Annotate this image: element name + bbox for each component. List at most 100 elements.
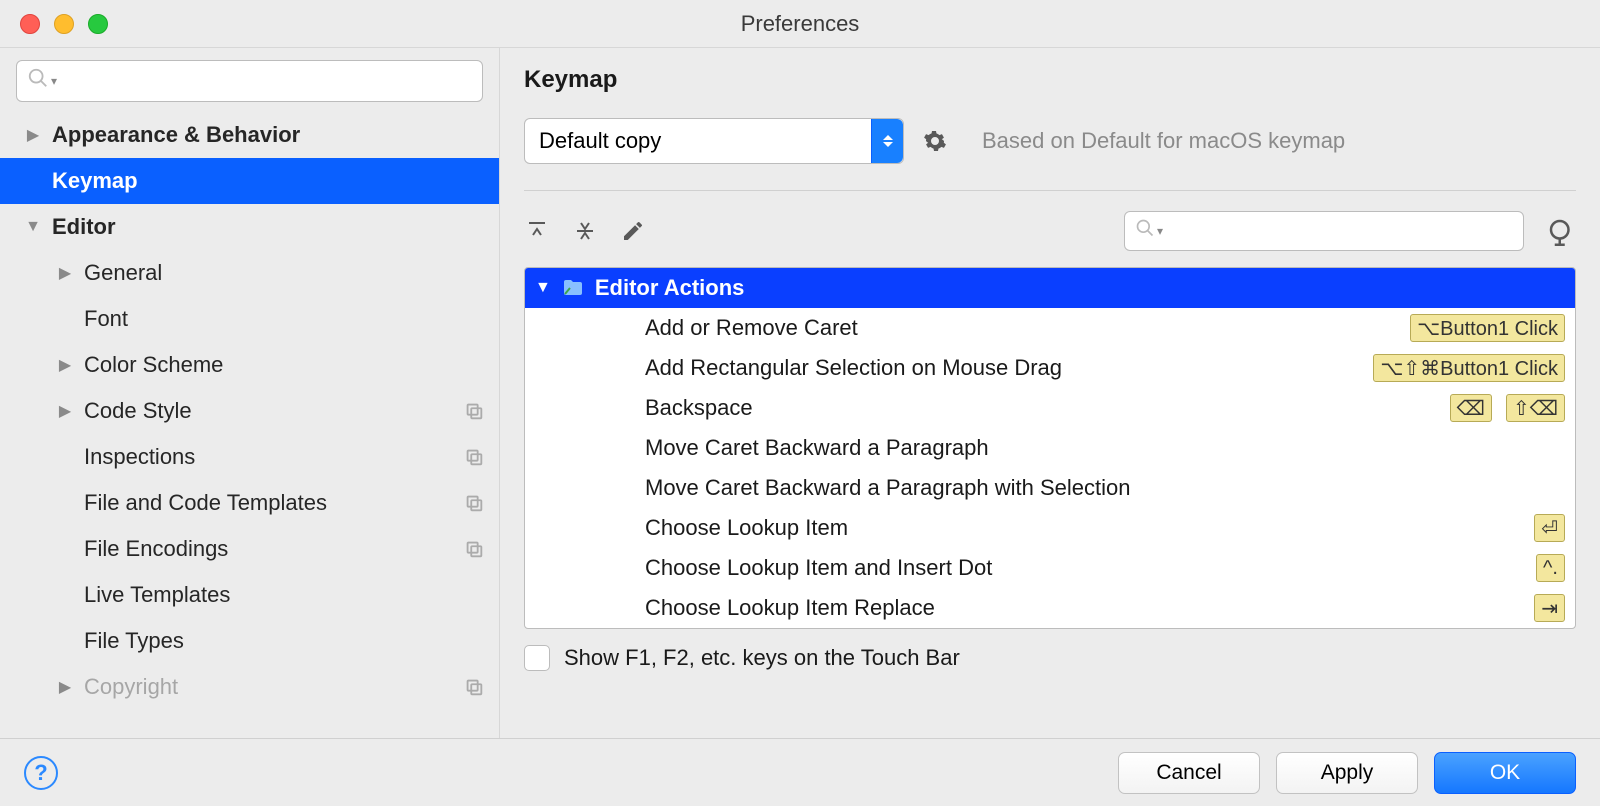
shortcut-badges: ⇥ — [1534, 594, 1565, 622]
divider — [524, 190, 1576, 191]
action-row[interactable]: Choose Lookup Item ⏎ — [525, 508, 1575, 548]
action-search[interactable]: ▾ — [1124, 211, 1524, 251]
shortcut-badges: ⌥⇧⌘Button1 Click — [1373, 354, 1565, 382]
shortcut-badge: ⇥ — [1534, 594, 1565, 622]
action-label: Choose Lookup Item — [645, 515, 848, 541]
window-title: Preferences — [0, 11, 1600, 37]
project-level-icon — [463, 538, 485, 560]
project-level-icon — [463, 400, 485, 422]
sidebar-search[interactable]: ▾ — [16, 60, 483, 102]
shortcut-badges: ^. — [1536, 554, 1565, 582]
shortcut-badges: ⌥Button1 Click — [1410, 314, 1565, 342]
group-header-label: Editor Actions — [595, 275, 745, 301]
search-icon — [1135, 218, 1155, 244]
disclosure-right-icon: ▶ — [56, 401, 74, 421]
find-by-shortcut-icon[interactable] — [1546, 216, 1576, 246]
action-row[interactable]: Choose Lookup Item and Insert Dot ^. — [525, 548, 1575, 588]
titlebar: Preferences — [0, 0, 1600, 48]
project-level-icon — [463, 676, 485, 698]
sidebar-item-appearance-behavior[interactable]: ▶ Appearance & Behavior — [0, 112, 499, 158]
action-label: Choose Lookup Item and Insert Dot — [645, 555, 992, 581]
sidebar-item-label: File Encodings — [84, 536, 228, 562]
sidebar-search-input[interactable] — [61, 70, 472, 93]
touchbar-fn-checkbox[interactable] — [524, 645, 550, 671]
sidebar-item-label: Font — [84, 306, 128, 332]
expand-all-icon[interactable] — [524, 218, 550, 244]
project-level-icon — [463, 492, 485, 514]
shortcut-badge: ⌫ — [1450, 394, 1492, 422]
sidebar-item-color-scheme[interactable]: ▶ Color Scheme — [0, 342, 499, 388]
disclosure-down-icon: ▼ — [535, 279, 551, 297]
window-controls — [20, 14, 108, 34]
ok-button[interactable]: OK — [1434, 752, 1576, 794]
shortcut-badge: ⏎ — [1534, 514, 1565, 542]
zoom-window-icon[interactable] — [88, 14, 108, 34]
sidebar-item-live-templates[interactable]: Live Templates — [0, 572, 499, 618]
sidebar: ▾ ▶ Appearance & Behavior Keymap ▼Editor▶Ge… — [0, 48, 500, 738]
sidebar-item-file-encodings[interactable]: File Encodings — [0, 526, 499, 572]
sidebar-item-label: Inspections — [84, 444, 195, 470]
content: ▾ ▶Appearance & BehaviorKeymap▼Editor▶Ge… — [0, 48, 1600, 738]
action-label: Choose Lookup Item Replace — [645, 595, 935, 621]
cancel-button[interactable]: Cancel — [1118, 752, 1260, 794]
keymap-scheme-value: Default copy — [539, 128, 661, 154]
search-icon — [27, 67, 49, 95]
minimize-window-icon[interactable] — [54, 14, 74, 34]
keymap-toolbar: ▾ — [500, 199, 1600, 263]
dialog-footer: ? Cancel Apply OK — [0, 738, 1600, 806]
sidebar-item-general[interactable]: ▶General — [0, 250, 499, 296]
sidebar-item-copyright[interactable]: ▶ Copyright — [0, 664, 499, 710]
group-header-editor-actions[interactable]: ▼ Editor Actions — [525, 268, 1575, 308]
action-row[interactable]: Backspace ⌫⇧⌫ — [525, 388, 1575, 428]
sidebar-item-code-style[interactable]: ▶ Code Style — [0, 388, 499, 434]
edit-icon[interactable] — [620, 218, 646, 244]
disclosure-right-icon: ▶ — [56, 263, 74, 283]
sidebar-item-label: Copyright — [84, 674, 178, 700]
sidebar-item-file-and-code-templates[interactable]: File and Code Templates — [0, 480, 499, 526]
action-row[interactable]: Choose Lookup Item Replace ⇥ — [525, 588, 1575, 628]
select-stepper-icon — [871, 119, 903, 163]
sidebar-item-label: Editor — [52, 214, 116, 240]
shortcut-badge: ⌥⇧⌘Button1 Click — [1373, 354, 1565, 382]
folder-icon — [561, 276, 585, 300]
action-row[interactable]: Add Rectangular Selection on Mouse Drag ⌥… — [525, 348, 1575, 388]
action-label: Backspace — [645, 395, 753, 421]
keymap-scheme-select[interactable]: Default copy — [524, 118, 904, 164]
action-search-input[interactable] — [1167, 220, 1513, 243]
sidebar-item-editor[interactable]: ▼Editor — [0, 204, 499, 250]
action-row[interactable]: Move Caret Backward a Paragraph — [525, 428, 1575, 468]
action-label: Add Rectangular Selection on Mouse Drag — [645, 355, 1062, 381]
based-on-label: Based on Default for macOS keymap — [982, 128, 1345, 154]
touchbar-fn-row: Show F1, F2, etc. keys on the Touch Bar — [500, 629, 1600, 687]
disclosure-right-icon: ▶ — [56, 677, 74, 697]
action-label: Add or Remove Caret — [645, 315, 858, 341]
sidebar-item-label: Live Templates — [84, 582, 230, 608]
shortcut-badge: ^. — [1536, 554, 1565, 582]
search-history-caret-icon[interactable]: ▾ — [1157, 224, 1163, 238]
sidebar-item-keymap[interactable]: Keymap — [0, 158, 499, 204]
sidebar-item-label: Appearance & Behavior — [52, 122, 300, 148]
sidebar-item-font[interactable]: Font — [0, 296, 499, 342]
disclosure-right-icon: ▶ — [56, 355, 74, 375]
action-row[interactable]: Add or Remove Caret ⌥Button1 Click — [525, 308, 1575, 348]
collapse-all-icon[interactable] — [572, 218, 598, 244]
sidebar-item-label: Color Scheme — [84, 352, 223, 378]
panel-title: Keymap — [500, 48, 1600, 112]
sidebar-item-file-types[interactable]: File Types — [0, 618, 499, 664]
gear-icon[interactable] — [922, 128, 948, 154]
disclosure-right-icon: ▶ — [24, 125, 42, 145]
actions-list: ▼ Editor Actions Add or Remove Caret ⌥But… — [524, 267, 1576, 629]
action-label: Move Caret Backward a Paragraph — [645, 435, 989, 461]
sidebar-item-inspections[interactable]: Inspections — [0, 434, 499, 480]
sidebar-item-label: File and Code Templates — [84, 490, 327, 516]
search-history-caret-icon[interactable]: ▾ — [51, 74, 57, 88]
sidebar-item-label: Keymap — [52, 168, 138, 194]
action-row[interactable]: Move Caret Backward a Paragraph with Sel… — [525, 468, 1575, 508]
help-icon[interactable]: ? — [24, 756, 58, 790]
apply-button[interactable]: Apply — [1276, 752, 1418, 794]
close-window-icon[interactable] — [20, 14, 40, 34]
sidebar-item-label: Code Style — [84, 398, 192, 424]
shortcut-badges: ⌫⇧⌫ — [1450, 394, 1565, 422]
settings-tree: ▶ Appearance & Behavior Keymap ▼Editor▶Gene… — [0, 112, 499, 738]
shortcut-badge: ⌥Button1 Click — [1410, 314, 1565, 342]
